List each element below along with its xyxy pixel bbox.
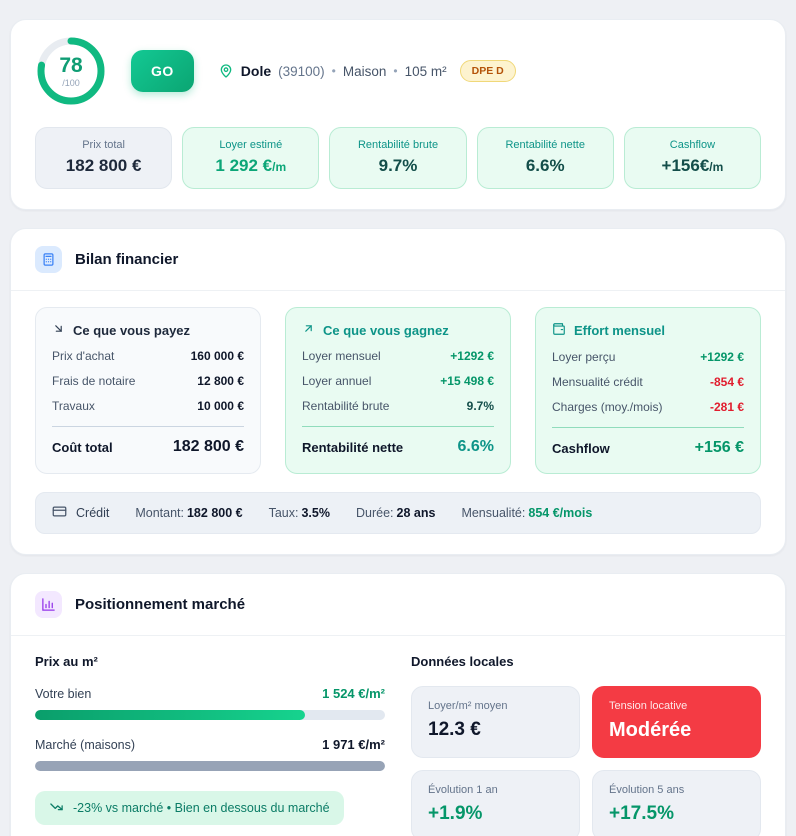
metric-label: Cashflow <box>669 139 716 151</box>
property-location: Dole (39100) • Maison • 105 m² DPE D <box>218 60 516 82</box>
panel-total-row: Cashflow +156 € <box>552 439 744 456</box>
trending-down-icon <box>49 799 64 817</box>
panel-total-row: Coût total 182 800 € <box>52 438 244 455</box>
votre-bien-bar-track <box>35 710 385 720</box>
panel-effort-mensuel: Effort mensuel Loyer perçu +1292 € Mensua… <box>535 307 761 474</box>
metric-rentabilite-brute: Rentabilité brute 9.7% <box>329 127 467 189</box>
page: 78 /100 GO Dole (39100) • Maison • 105 m… <box>0 0 796 836</box>
credit-taux: Taux: 3.5% <box>268 506 330 520</box>
bilan-header: Bilan financier <box>11 229 785 291</box>
marche-header: Positionnement marché <box>11 574 785 636</box>
key-metrics-row: Prix total 182 800 € Loyer estimé 1 292 … <box>35 127 762 189</box>
credit-card-icon <box>52 504 67 522</box>
property-area: 105 m² <box>404 63 447 79</box>
marche-body: Prix au m² Votre bien 1 524 €/m² Marché … <box>11 636 785 836</box>
arrow-up-right-icon <box>302 322 315 338</box>
separator-dot: • <box>331 64 336 78</box>
panel-divider <box>552 427 744 428</box>
metric-value: 1 292 €/m <box>215 156 287 175</box>
panel-divider <box>52 426 244 427</box>
panel-total-row: Rentabilité nette 6.6% <box>302 438 494 455</box>
metric-value: 6.6% <box>525 156 565 175</box>
evolution-5-ans-card: Évolution 5 ans +17.5% <box>592 770 761 836</box>
panel-row: Travaux 10 000 € <box>52 399 244 413</box>
evolution-1-an-card: Évolution 1 an +1.9% <box>411 770 580 836</box>
votre-bien-bar-fill <box>35 710 305 720</box>
panel-row: Rentabilité brute 9.7% <box>302 399 494 413</box>
prix-m2-block: Prix au m² Votre bien 1 524 €/m² Marché … <box>35 654 385 836</box>
arrow-down-right-icon <box>52 322 65 338</box>
panel-row: Mensualité crédit -854 € <box>552 375 744 389</box>
panel-title: Ce que vous payez <box>52 322 244 338</box>
panel-title: Ce que vous gagnez <box>302 322 494 338</box>
credit-duree: Durée: 28 ans <box>355 506 436 520</box>
metric-cashflow: Cashflow +156€/m <box>623 127 762 189</box>
separator-dot: • <box>393 64 398 78</box>
marche-bar-track <box>35 761 385 771</box>
property-type: Maison <box>342 63 387 79</box>
metric-rentabilite-nette: Rentabilité nette 6.6% <box>476 127 614 189</box>
panel-row: Prix d'achat 160 000 € <box>52 349 244 363</box>
wallet-icon <box>552 322 566 339</box>
postal-code: (39100) <box>278 63 325 79</box>
credit-montant: Montant: 182 800 € <box>135 506 243 520</box>
metric-label: Rentabilité nette <box>505 139 585 151</box>
panel-row: Frais de notaire 12 800 € <box>52 374 244 388</box>
city-name: Dole <box>240 63 272 79</box>
score-max: /100 <box>62 77 80 88</box>
bilan-financier-card: Bilan financier Ce que vous payez Prix d… <box>10 228 786 555</box>
score-value: 78 <box>59 53 83 77</box>
metric-value: +156€/m <box>661 156 724 175</box>
credit-label: Crédit <box>52 504 109 522</box>
bilan-panels: Ce que vous payez Prix d'achat 160 000 € … <box>11 291 785 488</box>
positionnement-marche-card: Positionnement marché Prix au m² Votre b… <box>10 573 786 836</box>
donnees-locales-block: Données locales Loyer/m² moyen 12.3 € Te… <box>411 654 761 836</box>
go-button[interactable]: GO <box>131 50 194 92</box>
marche-bar-fill <box>35 761 385 771</box>
panel-row: Loyer perçu +1292 € <box>552 350 744 364</box>
section-title: Positionnement marché <box>75 596 246 613</box>
market-comparison-badge: -23% vs marché • Bien en dessous du marc… <box>35 791 344 825</box>
metric-label: Rentabilité brute <box>357 139 439 151</box>
metric-loyer-estime: Loyer estimé 1 292 €/m <box>182 127 320 189</box>
donnees-grid: Loyer/m² moyen 12.3 € Tension locative M… <box>411 686 761 836</box>
score-gauge: 78 /100 <box>35 35 107 107</box>
calculator-icon <box>35 246 62 273</box>
section-title: Bilan financier <box>75 251 179 268</box>
block-title: Prix au m² <box>35 654 98 669</box>
credit-summary-bar: Crédit Montant: 182 800 € Taux: 3.5% Durée… <box>35 492 761 534</box>
bar-chart-icon <box>35 591 62 618</box>
metric-value: 9.7% <box>378 156 418 175</box>
panel-ce-que-vous-payez: Ce que vous payez Prix d'achat 160 000 € … <box>35 307 261 474</box>
panel-row: Charges (moy./mois) -281 € <box>552 400 744 414</box>
votre-bien-row: Votre bien 1 524 €/m² <box>35 686 385 701</box>
summary-top-row: 78 /100 GO Dole (39100) • Maison • 105 m… <box>35 35 761 107</box>
panel-divider <box>302 426 494 427</box>
credit-mensualite: Mensualité: 854 €/mois <box>461 506 593 520</box>
marche-maisons-row: Marché (maisons) 1 971 €/m² <box>35 737 385 752</box>
panel-title: Effort mensuel <box>552 322 744 339</box>
panel-row: Loyer annuel +15 498 € <box>302 374 494 388</box>
metric-value: 182 800 € <box>65 156 142 175</box>
metric-label: Prix total <box>82 139 125 151</box>
score-text: 78 /100 <box>35 35 107 107</box>
dpe-badge: DPE D <box>459 60 516 82</box>
panel-ce-que-vous-gagnez: Ce que vous gagnez Loyer mensuel +1292 € … <box>285 307 511 474</box>
map-pin-icon <box>218 63 234 79</box>
metric-label: Loyer estimé <box>219 139 283 151</box>
tension-locative-card: Tension locative Modérée <box>592 686 761 758</box>
loyer-m2-moyen-card: Loyer/m² moyen 12.3 € <box>411 686 580 758</box>
block-title: Données locales <box>411 654 514 669</box>
metric-prix-total: Prix total 182 800 € <box>35 127 173 189</box>
panel-row: Loyer mensuel +1292 € <box>302 349 494 363</box>
property-summary-card: 78 /100 GO Dole (39100) • Maison • 105 m… <box>10 19 786 210</box>
